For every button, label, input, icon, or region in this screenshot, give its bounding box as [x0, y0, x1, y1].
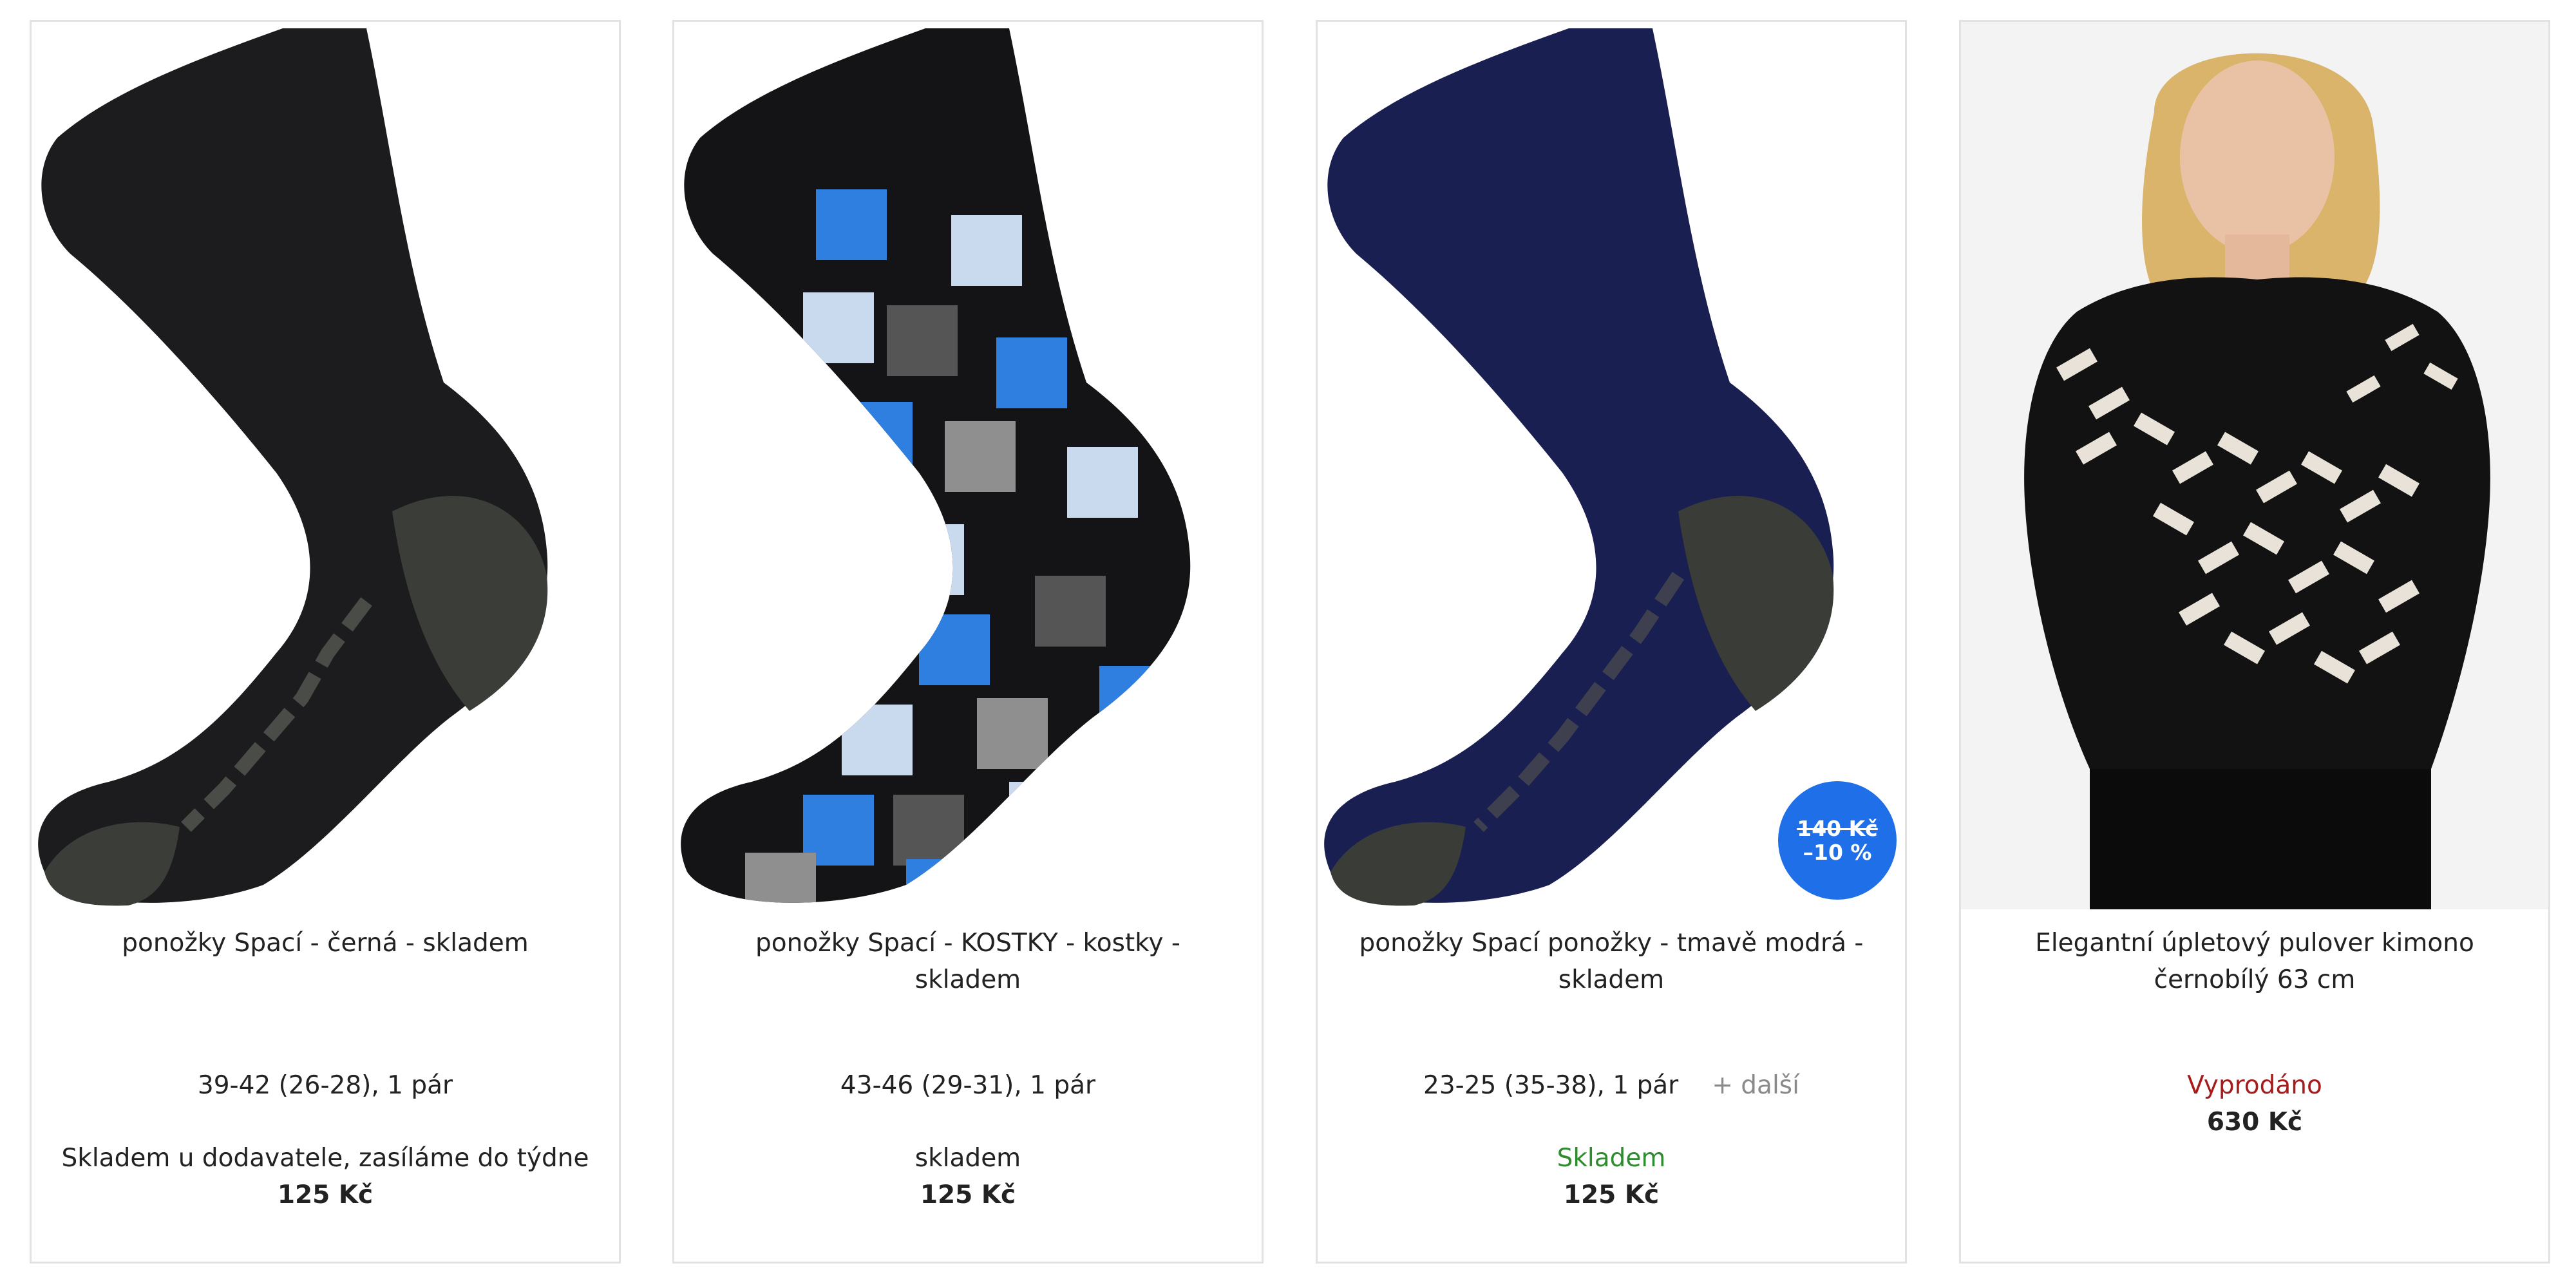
availability-text: Skladem u dodavatele, zasíláme do týdne — [61, 1144, 589, 1173]
product-title[interactable]: ponožky Spací - KOSTKY - kostky - sklade… — [700, 925, 1236, 998]
discount-badge: 140 Kč –10 % — [1778, 781, 1897, 900]
variant-text: 23-25 (35-38), 1 pár — [1423, 1071, 1679, 1100]
variant-text: 39-42 (26-28), 1 pár — [197, 1071, 453, 1100]
price: 125 Kč — [920, 1180, 1016, 1209]
discount-percent: –10 % — [1803, 840, 1872, 865]
product-image[interactable] — [1318, 22, 1905, 909]
product-grid: ponožky Spací - černá - skladem 39-42 (2… — [0, 0, 2576, 1288]
old-price: 140 Kč — [1797, 816, 1878, 841]
product-title[interactable]: ponožky Spací - černá - skladem — [57, 925, 593, 961]
variant-label: 23-25 (35-38), 1 pár + další — [1318, 1067, 1905, 1104]
product-card-navy-socks[interactable]: ponožky Spací ponožky - tmavě modrá - sk… — [1316, 20, 1907, 1264]
product-title[interactable]: ponožky Spací ponožky - tmavě modrá - sk… — [1343, 925, 1879, 998]
sock-black-image — [38, 28, 548, 906]
product-title[interactable]: Elegantní úpletový pulover kimono černob… — [1987, 925, 2523, 998]
variant-label: 39-42 (26-28), 1 pár — [32, 1067, 619, 1104]
variant-label: 43-46 (29-31), 1 pár — [674, 1067, 1262, 1104]
price: 630 Kč — [2206, 1108, 2303, 1137]
sock-checkered-image — [681, 28, 1191, 903]
price: 125 Kč — [1563, 1180, 1660, 1209]
availability-text: Vyprodáno — [2187, 1071, 2322, 1100]
product-image[interactable] — [32, 22, 619, 909]
availability-text: Skladem — [1557, 1144, 1666, 1173]
product-image[interactable] — [1961, 22, 2548, 909]
price: 125 Kč — [277, 1180, 374, 1209]
more-variants-link[interactable]: + další — [1712, 1071, 1799, 1100]
sock-navy-image — [1324, 28, 1834, 906]
product-card-checkered-socks[interactable]: ponožky Spací - KOSTKY - kostky - sklade… — [672, 20, 1264, 1264]
availability-text: skladem — [914, 1144, 1021, 1173]
sweater-model-image — [1961, 22, 2548, 909]
product-card-kimono-sweater[interactable]: Elegantní úpletový pulover kimono černob… — [1959, 20, 2550, 1264]
product-card-black-socks[interactable]: ponožky Spací - černá - skladem 39-42 (2… — [30, 20, 621, 1264]
product-image[interactable] — [674, 22, 1262, 909]
variant-text: 43-46 (29-31), 1 pár — [840, 1071, 1096, 1100]
